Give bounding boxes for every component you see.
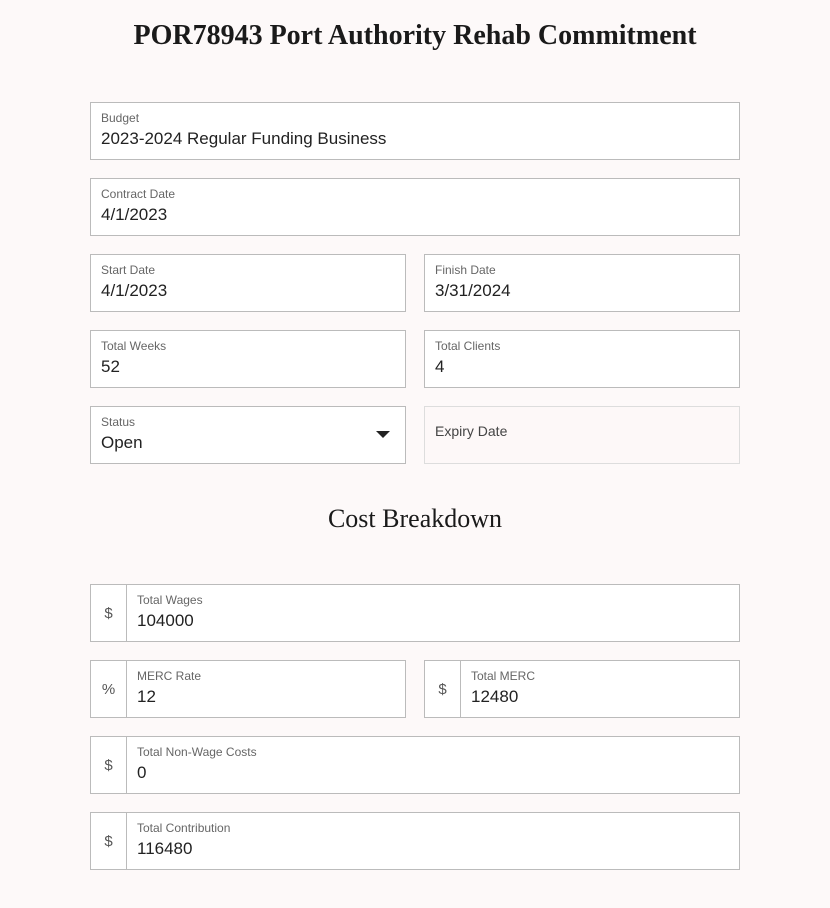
merc-rate-label: MERC Rate (137, 669, 395, 683)
finish-date-label: Finish Date (435, 263, 729, 277)
contract-date-label: Contract Date (101, 187, 729, 201)
dollar-prefix-icon: $ (90, 812, 126, 870)
merc-rate-field[interactable]: MERC Rate (126, 660, 406, 718)
status-field[interactable]: Status Open (90, 406, 406, 464)
total-clients-input[interactable] (435, 357, 729, 377)
start-date-label: Start Date (101, 263, 395, 277)
total-weeks-field[interactable]: Total Weeks (90, 330, 406, 388)
page-title: POR78943 Port Authority Rehab Commitment (90, 20, 740, 52)
start-date-field[interactable]: Start Date (90, 254, 406, 312)
contract-date-input[interactable] (101, 205, 729, 225)
total-weeks-label: Total Weeks (101, 339, 395, 353)
total-merc-group: $ Total MERC (424, 660, 740, 718)
finish-date-field[interactable]: Finish Date (424, 254, 740, 312)
percent-prefix-icon: % (90, 660, 126, 718)
dollar-prefix-icon: $ (424, 660, 460, 718)
budget-label: Budget (101, 111, 729, 125)
total-contribution-label: Total Contribution (137, 821, 729, 835)
total-wages-label: Total Wages (137, 593, 729, 607)
total-contribution-input[interactable] (137, 839, 729, 859)
status-value: Open (101, 433, 395, 453)
merc-rate-input[interactable] (137, 687, 395, 707)
total-non-wage-group: $ Total Non-Wage Costs (90, 736, 740, 794)
chevron-down-icon (375, 430, 391, 440)
total-clients-label: Total Clients (435, 339, 729, 353)
expiry-date-label: Expiry Date (435, 423, 729, 439)
merc-rate-group: % MERC Rate (90, 660, 406, 718)
total-merc-field[interactable]: Total MERC (460, 660, 740, 718)
total-merc-input[interactable] (471, 687, 729, 707)
total-non-wage-label: Total Non-Wage Costs (137, 745, 729, 759)
section-title: Cost Breakdown (90, 504, 740, 534)
total-wages-input[interactable] (137, 611, 729, 631)
start-date-input[interactable] (101, 281, 395, 301)
dollar-prefix-icon: $ (90, 584, 126, 642)
total-non-wage-input[interactable] (137, 763, 729, 783)
finish-date-input[interactable] (435, 281, 729, 301)
total-wages-group: $ Total Wages (90, 584, 740, 642)
status-label: Status (101, 415, 395, 429)
total-merc-label: Total MERC (471, 669, 729, 683)
dollar-prefix-icon: $ (90, 736, 126, 794)
total-weeks-input[interactable] (101, 357, 395, 377)
total-clients-field[interactable]: Total Clients (424, 330, 740, 388)
total-non-wage-field[interactable]: Total Non-Wage Costs (126, 736, 740, 794)
budget-input[interactable] (101, 129, 729, 149)
expiry-date-field[interactable]: Expiry Date (424, 406, 740, 464)
total-contribution-group: $ Total Contribution (90, 812, 740, 870)
contract-date-field[interactable]: Contract Date (90, 178, 740, 236)
total-wages-field[interactable]: Total Wages (126, 584, 740, 642)
budget-field[interactable]: Budget (90, 102, 740, 160)
total-contribution-field[interactable]: Total Contribution (126, 812, 740, 870)
